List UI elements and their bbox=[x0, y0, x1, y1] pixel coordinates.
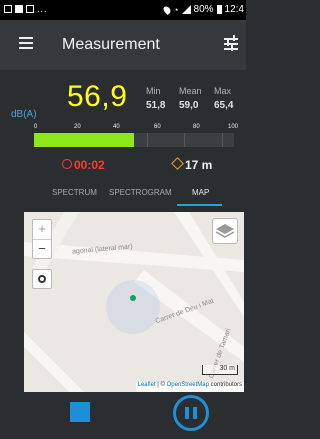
locate-me-button[interactable] bbox=[32, 269, 52, 289]
level-bar-tick bbox=[147, 133, 148, 147]
scale-tick-label: 60 bbox=[154, 124, 161, 130]
scale-tick-label: 100 bbox=[228, 124, 239, 130]
status-time: 12:4 bbox=[224, 4, 244, 15]
level-bar-fill bbox=[34, 133, 134, 147]
mean-value: 59,0 bbox=[179, 100, 199, 111]
elapsed-time: 00:02 bbox=[74, 158, 105, 172]
unit-label: dB(A) bbox=[11, 109, 37, 120]
current-level-value: 56,9 bbox=[67, 80, 128, 113]
pause-circle-icon[interactable] bbox=[173, 395, 209, 431]
level-bar-tick bbox=[184, 133, 185, 147]
battery-percent: 80% bbox=[193, 4, 214, 15]
page-title: Measurement bbox=[62, 36, 160, 53]
mean-label: Mean bbox=[179, 86, 202, 96]
level-bar-tick bbox=[222, 133, 223, 147]
tune-sliders-icon[interactable] bbox=[224, 35, 238, 51]
tab-spectrum[interactable]: SPECTRUM bbox=[52, 188, 97, 197]
tab-map[interactable]: MAP bbox=[192, 188, 209, 197]
screenshot-icon bbox=[4, 5, 12, 13]
attribution-suffix: contributors bbox=[208, 382, 242, 388]
map-view[interactable]: agonal (lateral mar) Carrer de Deu i Mat… bbox=[24, 212, 244, 392]
location-pin-icon bbox=[162, 4, 173, 15]
min-value: 51,8 bbox=[146, 100, 166, 111]
scale-tick-label: 20 bbox=[74, 124, 81, 130]
signal-icon bbox=[181, 5, 191, 14]
app-bar: Measurement bbox=[0, 20, 246, 70]
distance-value: 17 m bbox=[185, 158, 213, 172]
zoom-out-button[interactable]: − bbox=[33, 239, 51, 258]
scale-tick-label: 40 bbox=[113, 124, 120, 130]
tab-spectrogram[interactable]: SPECTROGRAM bbox=[109, 188, 172, 197]
zoom-control: + − bbox=[32, 219, 52, 259]
tab-indicator bbox=[177, 204, 222, 206]
status-bar: ... ◔ 80% 12:4 bbox=[0, 0, 246, 20]
current-location-marker bbox=[130, 295, 136, 301]
min-label: Min bbox=[146, 86, 161, 96]
pause-bar bbox=[193, 407, 197, 419]
zoom-in-button[interactable]: + bbox=[33, 220, 51, 239]
app-notification-icon bbox=[26, 5, 34, 13]
distance-icon bbox=[171, 157, 184, 170]
wifi-icon: ◔ bbox=[173, 4, 179, 15]
attribution-separator: | © bbox=[155, 382, 167, 388]
max-label: Max bbox=[214, 86, 232, 96]
scale-tick-label: 80 bbox=[193, 124, 200, 130]
map-scale-bar: 30 m bbox=[202, 365, 238, 375]
notification-icon bbox=[15, 5, 23, 13]
layers-button[interactable] bbox=[212, 218, 238, 244]
battery-icon bbox=[216, 5, 222, 14]
max-value: 65,4 bbox=[214, 100, 234, 111]
pause-bar bbox=[185, 407, 189, 419]
map-attribution: Leaflet | © OpenStreetMap contributors bbox=[135, 382, 244, 392]
location-accuracy-circle bbox=[106, 280, 160, 334]
osm-link[interactable]: OpenStreetMap bbox=[167, 382, 209, 388]
tab-bar: SPECTRUM SPECTROGRAM MAP bbox=[0, 184, 246, 206]
status-right: ◔ 80% 12:4 bbox=[162, 4, 244, 15]
hamburger-menu-icon[interactable] bbox=[19, 37, 33, 49]
leaflet-link[interactable]: Leaflet bbox=[138, 382, 156, 388]
scale-tick-label: 0 bbox=[34, 124, 38, 130]
layers-icon bbox=[215, 224, 235, 238]
status-left: ... bbox=[4, 4, 48, 14]
level-bar bbox=[34, 133, 234, 147]
status-more-dots: ... bbox=[37, 4, 48, 14]
stopwatch-icon bbox=[62, 159, 72, 169]
target-icon bbox=[38, 275, 46, 283]
stop-square-icon[interactable] bbox=[70, 402, 90, 422]
